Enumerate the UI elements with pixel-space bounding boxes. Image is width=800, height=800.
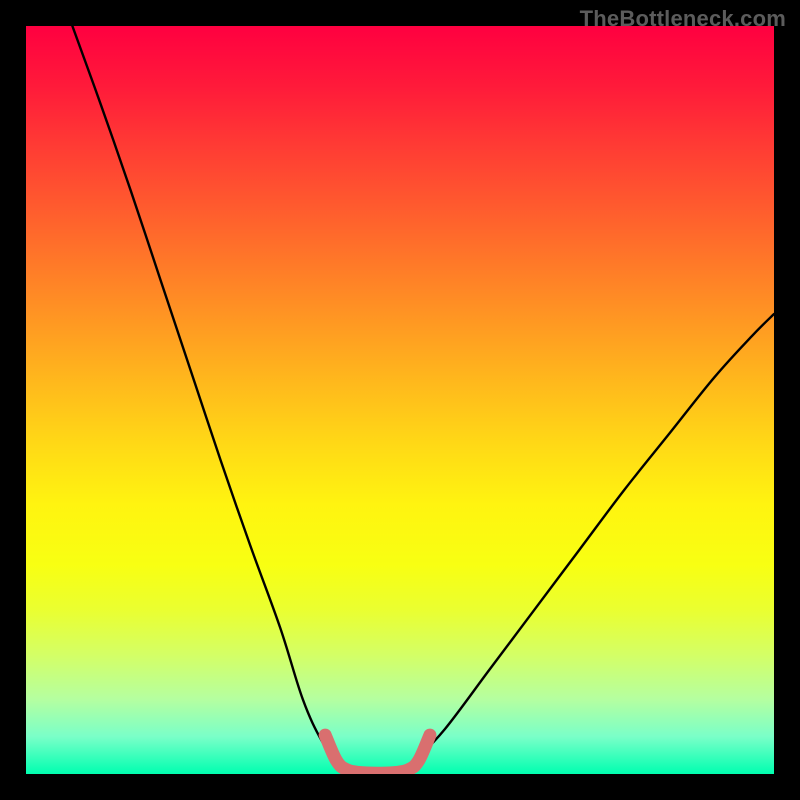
plot-area bbox=[26, 26, 774, 774]
series-right-curve bbox=[415, 314, 774, 761]
curve-layer bbox=[26, 26, 774, 774]
watermark-text: TheBottleneck.com bbox=[580, 6, 786, 32]
series-left-curve bbox=[72, 26, 336, 761]
chart-frame: TheBottleneck.com bbox=[0, 0, 800, 800]
series-valley-highlight bbox=[325, 735, 430, 773]
